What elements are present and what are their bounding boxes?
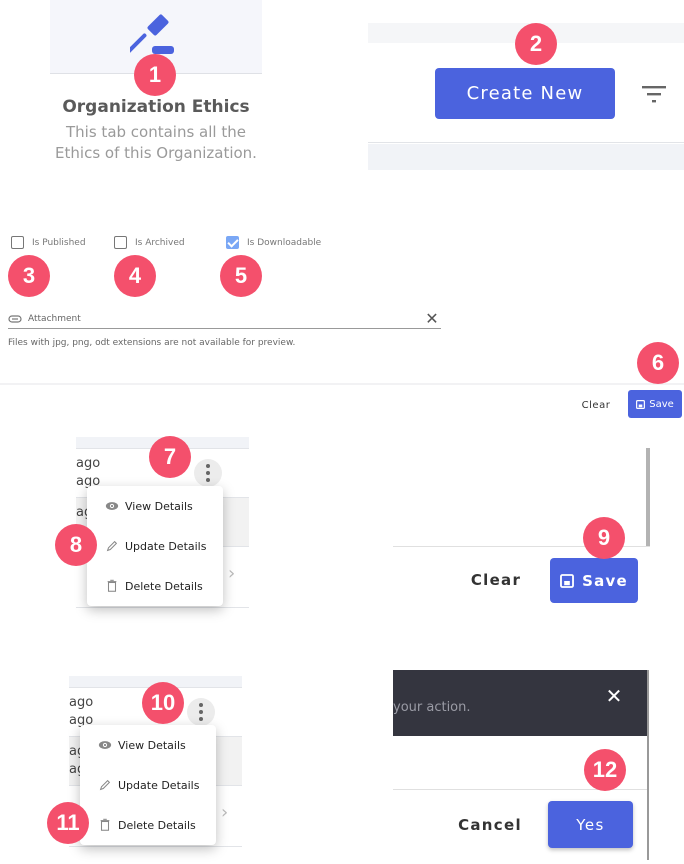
scrollbar: [647, 670, 649, 860]
clear-button[interactable]: Clear: [460, 568, 532, 592]
annotation-badge: 1: [134, 54, 176, 96]
ethics-description: This tab contains all the Ethics of this…: [55, 123, 257, 162]
annotation-badge: 5: [220, 255, 262, 297]
table-header-strip: [368, 144, 684, 170]
annotation-badge: 12: [584, 749, 626, 791]
clear-button[interactable]: Clear: [573, 395, 619, 415]
annotation-badge: 11: [47, 802, 89, 844]
more-options-button[interactable]: [194, 459, 222, 487]
row-actions-menu: View Details Update Details Delete Detai…: [87, 486, 223, 606]
trash-icon: [100, 818, 110, 831]
row-divider: [76, 607, 249, 608]
checkbox-label: Is Downloadable: [247, 237, 322, 248]
ethics-title: Organization Ethics: [62, 97, 250, 117]
paperclip-icon: [8, 314, 22, 323]
annotation-badge: 2: [515, 23, 557, 65]
eye-icon: [98, 741, 112, 749]
menu-item-delete-details[interactable]: Delete Details: [80, 805, 216, 845]
save-button[interactable]: Save: [628, 390, 682, 418]
annotation-badge: 3: [8, 255, 50, 297]
annotation-badge: 7: [149, 436, 191, 478]
menu-item-view-details[interactable]: View Details: [80, 725, 216, 765]
checkbox-label: Is Published: [32, 237, 86, 248]
close-icon[interactable]: ✕: [603, 684, 625, 708]
checkbox-label: Is Archived: [135, 237, 185, 248]
eye-icon: [105, 502, 119, 510]
close-icon[interactable]: ✕: [423, 309, 441, 328]
menu-item-update-details[interactable]: Update Details: [80, 765, 216, 805]
attachment-field[interactable]: Attachment ✕: [8, 309, 441, 329]
annotation-badge: 4: [114, 255, 156, 297]
annotation-badge: 8: [55, 524, 97, 566]
attachment-placeholder: Attachment: [28, 313, 81, 324]
save-icon: [560, 573, 575, 588]
checkbox-unchecked[interactable]: [114, 236, 127, 249]
menu-item-update-details[interactable]: Update Details: [87, 526, 223, 566]
is-archived-checkbox[interactable]: Is Archived: [114, 236, 185, 249]
is-published-checkbox[interactable]: Is Published: [11, 236, 86, 249]
save-button[interactable]: Save: [550, 558, 638, 603]
row-divider: [69, 846, 242, 847]
is-downloadable-checkbox[interactable]: Is Downloadable: [226, 236, 321, 249]
more-options-button[interactable]: [187, 698, 215, 726]
annotation-badge: 9: [583, 517, 625, 559]
attachment-hint: Files with jpg, png, odt extensions are …: [8, 338, 296, 348]
create-new-button[interactable]: Create New: [435, 68, 615, 119]
chevron-right-icon[interactable]: ›: [228, 563, 235, 584]
annotation-badge: 10: [142, 682, 184, 724]
save-icon: [636, 399, 646, 409]
checkbox-unchecked[interactable]: [11, 236, 24, 249]
filter-icon[interactable]: [640, 84, 668, 104]
divider: [0, 383, 684, 385]
chevron-right-icon[interactable]: ›: [221, 802, 228, 823]
row-actions-menu: View Details Update Details Delete Detai…: [80, 725, 216, 845]
pencil-icon: [106, 540, 118, 552]
dialog-message: your action.: [393, 700, 471, 715]
checkbox-checked[interactable]: [226, 236, 239, 249]
scrollbar[interactable]: [646, 448, 650, 546]
menu-item-delete-details[interactable]: Delete Details: [87, 566, 223, 606]
trash-icon: [107, 579, 117, 592]
annotation-badge: 6: [637, 342, 679, 384]
save-label: Save: [649, 398, 674, 410]
cancel-button[interactable]: Cancel: [450, 813, 530, 837]
yes-button[interactable]: Yes: [548, 801, 633, 848]
pencil-icon: [99, 779, 111, 791]
menu-item-view-details[interactable]: View Details: [87, 486, 223, 526]
gavel-icon: [130, 14, 174, 55]
save-label: Save: [582, 571, 628, 590]
